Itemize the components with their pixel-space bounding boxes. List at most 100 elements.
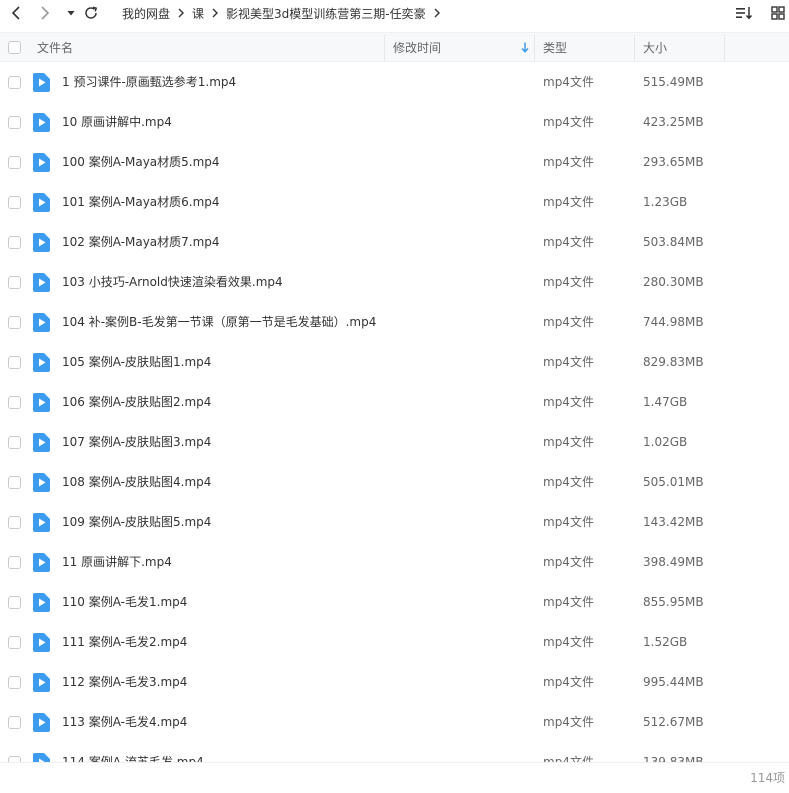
- row-checkbox[interactable]: [8, 396, 21, 409]
- video-file-icon: [33, 673, 50, 692]
- row-checkbox[interactable]: [8, 236, 21, 249]
- file-size: 855.95MB: [643, 595, 704, 609]
- file-type: mp4文件: [543, 475, 594, 489]
- file-size: 1.02GB: [643, 435, 688, 449]
- breadcrumb-item-course[interactable]: 课: [192, 5, 204, 22]
- file-size: 503.84MB: [643, 235, 704, 249]
- video-file-icon: [33, 193, 50, 212]
- file-row[interactable]: 105 案例A-皮肤贴图1.mp4 mp4文件 829.83MB: [0, 342, 789, 382]
- file-name[interactable]: 103 小技巧-Arnold快速渲染看效果.mp4: [62, 262, 283, 302]
- file-size: 505.01MB: [643, 475, 704, 489]
- row-checkbox[interactable]: [8, 356, 21, 369]
- file-row[interactable]: 106 案例A-皮肤贴图2.mp4 mp4文件 1.47GB: [0, 382, 789, 422]
- file-list-header: 文件名 修改时间 类型 大小: [0, 32, 789, 62]
- video-file-icon: [33, 73, 50, 92]
- file-type: mp4文件: [543, 675, 594, 689]
- file-row[interactable]: 104 补-案例B-毛发第一节课（原第一节是毛发基础）.mp4 mp4文件 744.…: [0, 302, 789, 342]
- view-controls: [721, 3, 789, 23]
- back-button[interactable]: [5, 3, 27, 23]
- file-name[interactable]: 100 案例A-Maya材质5.mp4: [62, 142, 220, 182]
- file-size: 1.23GB: [643, 195, 688, 209]
- column-header-size[interactable]: 大小: [643, 33, 667, 62]
- row-checkbox[interactable]: [8, 196, 21, 209]
- file-row[interactable]: 101 案例A-Maya材质6.mp4 mp4文件 1.23GB: [0, 182, 789, 222]
- file-row[interactable]: 10 原画讲解中.mp4 mp4文件 423.25MB: [0, 102, 789, 142]
- breadcrumb-expand-icon[interactable]: [433, 8, 441, 18]
- file-name[interactable]: 101 案例A-Maya材质6.mp4: [62, 182, 220, 222]
- forward-button[interactable]: [34, 3, 56, 23]
- file-row[interactable]: 113 案例A-毛发4.mp4 mp4文件 512.67MB: [0, 702, 789, 742]
- file-row[interactable]: 107 案例A-皮肤贴图3.mp4 mp4文件 1.02GB: [0, 422, 789, 462]
- file-size: 515.49MB: [643, 75, 704, 89]
- breadcrumb-item-current[interactable]: 影视美型3d模型训练营第三期-任奕豪: [226, 5, 426, 22]
- row-checkbox[interactable]: [8, 76, 21, 89]
- row-checkbox[interactable]: [8, 476, 21, 489]
- column-divider: [634, 35, 635, 61]
- video-file-icon: [33, 713, 50, 732]
- row-checkbox[interactable]: [8, 716, 21, 729]
- file-type: mp4文件: [543, 755, 594, 762]
- column-header-type[interactable]: 类型: [543, 33, 567, 62]
- history-dropdown-button[interactable]: [60, 3, 82, 23]
- sort-button[interactable]: [733, 3, 755, 23]
- file-row[interactable]: 110 案例A-毛发1.mp4 mp4文件 855.95MB: [0, 582, 789, 622]
- file-row[interactable]: 109 案例A-皮肤贴图5.mp4 mp4文件 143.42MB: [0, 502, 789, 542]
- file-name[interactable]: 109 案例A-皮肤贴图5.mp4: [62, 502, 211, 542]
- file-row[interactable]: 100 案例A-Maya材质5.mp4 mp4文件 293.65MB: [0, 142, 789, 182]
- file-row[interactable]: 108 案例A-皮肤贴图4.mp4 mp4文件 505.01MB: [0, 462, 789, 502]
- breadcrumb-item-root[interactable]: 我的网盘: [122, 5, 170, 22]
- file-name[interactable]: 102 案例A-Maya材质7.mp4: [62, 222, 220, 262]
- refresh-icon: [85, 6, 98, 19]
- row-checkbox[interactable]: [8, 556, 21, 569]
- file-type: mp4文件: [543, 515, 594, 529]
- file-type: mp4文件: [543, 715, 594, 729]
- row-checkbox[interactable]: [8, 676, 21, 689]
- row-checkbox[interactable]: [8, 116, 21, 129]
- row-checkbox[interactable]: [8, 516, 21, 529]
- row-checkbox[interactable]: [8, 636, 21, 649]
- file-row[interactable]: 114 案例A-流苏毛发.mp4 mp4文件 139.83MB: [0, 742, 789, 762]
- file-type: mp4文件: [543, 315, 594, 329]
- file-row[interactable]: 112 案例A-毛发3.mp4 mp4文件 995.44MB: [0, 662, 789, 702]
- file-size: 143.42MB: [643, 515, 704, 529]
- caret-down-icon: [67, 11, 75, 16]
- file-name[interactable]: 113 案例A-毛发4.mp4: [62, 702, 187, 742]
- file-name[interactable]: 111 案例A-毛发2.mp4: [62, 622, 187, 662]
- file-type: mp4文件: [543, 275, 594, 289]
- file-name[interactable]: 104 补-案例B-毛发第一节课（原第一节是毛发基础）.mp4: [62, 302, 376, 342]
- file-row[interactable]: 103 小技巧-Arnold快速渲染看效果.mp4 mp4文件 280.30MB: [0, 262, 789, 302]
- video-file-icon: [33, 433, 50, 452]
- file-name[interactable]: 110 案例A-毛发1.mp4: [62, 582, 187, 622]
- file-row[interactable]: 111 案例A-毛发2.mp4 mp4文件 1.52GB: [0, 622, 789, 662]
- file-name[interactable]: 10 原画讲解中.mp4: [62, 102, 172, 142]
- file-type: mp4文件: [543, 115, 594, 129]
- file-name[interactable]: 108 案例A-皮肤贴图4.mp4: [62, 462, 211, 502]
- file-type: mp4文件: [543, 195, 594, 209]
- file-name[interactable]: 105 案例A-皮肤贴图1.mp4: [62, 342, 211, 382]
- column-divider: [384, 35, 385, 61]
- file-name[interactable]: 107 案例A-皮肤贴图3.mp4: [62, 422, 211, 462]
- file-name[interactable]: 1 预习课件-原画甄选参考1.mp4: [62, 62, 236, 102]
- row-checkbox[interactable]: [8, 156, 21, 169]
- file-row[interactable]: 1 预习课件-原画甄选参考1.mp4 mp4文件 515.49MB: [0, 62, 789, 102]
- file-row[interactable]: 11 原画讲解下.mp4 mp4文件 398.49MB: [0, 542, 789, 582]
- row-checkbox[interactable]: [8, 436, 21, 449]
- file-name[interactable]: 114 案例A-流苏毛发.mp4: [62, 742, 204, 762]
- file-type: mp4文件: [543, 75, 594, 89]
- row-checkbox[interactable]: [8, 276, 21, 289]
- file-name[interactable]: 11 原画讲解下.mp4: [62, 542, 172, 582]
- refresh-button[interactable]: [80, 3, 102, 23]
- grid-view-button[interactable]: [767, 3, 789, 23]
- file-size: 280.30MB: [643, 275, 704, 289]
- file-row[interactable]: 102 案例A-Maya材质7.mp4 mp4文件 503.84MB: [0, 222, 789, 262]
- video-file-icon: [33, 633, 50, 652]
- row-checkbox[interactable]: [8, 596, 21, 609]
- row-checkbox[interactable]: [8, 316, 21, 329]
- file-name[interactable]: 106 案例A-皮肤贴图2.mp4: [62, 382, 211, 422]
- select-all-checkbox[interactable]: [8, 33, 21, 62]
- file-size: 1.47GB: [643, 395, 688, 409]
- column-header-name[interactable]: 文件名: [37, 33, 73, 62]
- column-header-modified[interactable]: 修改时间: [393, 33, 533, 62]
- file-name[interactable]: 112 案例A-毛发3.mp4: [62, 662, 187, 702]
- file-size: 829.83MB: [643, 355, 704, 369]
